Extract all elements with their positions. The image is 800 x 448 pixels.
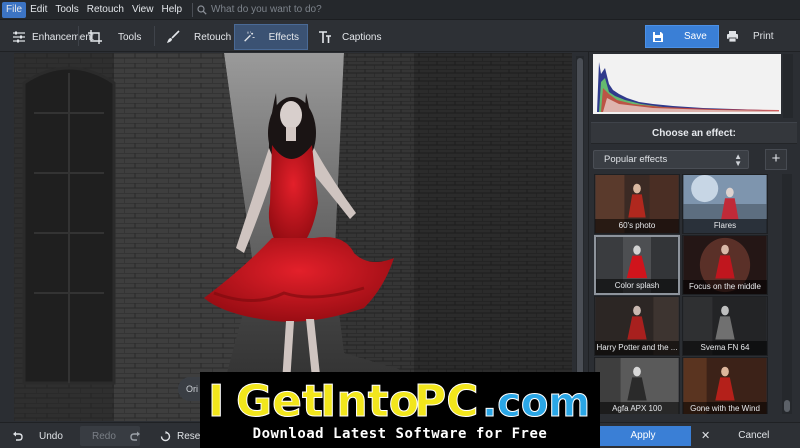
effect-label: Svema FN 64 [683,341,767,355]
menu-bar: File Edit Tools Retouch View Help What d… [0,0,800,20]
cancel-label: Cancel [738,430,770,441]
close-icon: ✕ [701,430,711,442]
undo-icon [13,431,23,441]
watermark-logo: I Get Into PC .com [208,376,591,425]
effect-label: Gone with the Wind [683,402,767,414]
effect-label: Color splash [596,279,678,293]
photo-viewer [0,52,588,422]
reset-icon [160,430,171,441]
photo-vertical-scrollbar[interactable] [576,56,584,418]
add-effect-button[interactable]: + [765,149,787,170]
svg-text:PC: PC [414,376,479,424]
effect-category-select[interactable]: Popular effects ▲ ▼ [593,150,749,169]
menu-edit[interactable]: Edit [26,0,51,20]
crop-icon [88,30,102,44]
tab-tools-label: Tools [118,31,142,43]
tab-retouch-label: Retouch [194,31,232,43]
search-box[interactable]: What do you want to do? [197,4,322,15]
effects-grid: 60's photo Flares Color splash Focus on … [594,174,770,414]
effect-thumb[interactable]: Svema FN 64 [682,296,768,356]
save-button[interactable]: Save [645,25,719,48]
menu-file[interactable]: File [2,1,27,18]
floppy-disk-icon [653,31,663,42]
tab-retouch[interactable]: Retouch [158,24,239,50]
magic-wand-icon [244,31,255,42]
tab-effects[interactable]: Effects [234,24,308,50]
redo-label: Redo [92,430,116,442]
text-icon [319,31,331,43]
apply-button[interactable]: Apply [595,426,691,446]
effect-thumb[interactable]: Harry Potter and the ... [594,296,680,356]
panel-actions: Apply ✕ Cancel [589,422,800,448]
scrollbar-thumb[interactable] [577,58,583,376]
tab-effects-label: Effects [268,31,299,43]
watermark-banner: I Get Into PC .com Download Latest Softw… [200,372,600,448]
effect-thumb[interactable]: Agfa APX 100 [594,357,680,414]
effects-title: Choose an effect: [591,122,797,144]
toolbar-divider [154,26,155,46]
menu-help[interactable]: Help [157,0,186,20]
print-button-label: Print [753,31,774,42]
tab-captions-label: Captions [342,31,382,43]
effect-thumb[interactable]: 60's photo [594,174,680,234]
effect-thumb[interactable]: Gone with the Wind [682,357,768,414]
watermark-subtitle: Download Latest Software for Free [252,426,548,442]
histogram-scrollbar[interactable] [783,54,793,118]
effect-category-value: Popular effects [604,154,668,165]
brush-icon [167,30,180,43]
printer-icon [727,31,738,43]
scrollbar-thumb[interactable] [784,400,790,412]
search-placeholder: What do you want to do? [211,4,322,15]
effect-label: Harry Potter and the ... [595,341,679,355]
effect-thumb[interactable]: Flares [682,174,768,234]
save-button-label: Save [684,31,707,42]
redo-label-wrap: Redo [92,427,141,445]
chevron-up-down-icon: ▲ ▼ [734,152,742,168]
effect-thumb[interactable]: Focus on the middle [682,235,768,295]
effect-label: Focus on the middle [683,280,767,294]
cancel-button[interactable]: ✕ Cancel [695,426,791,446]
effect-label: 60's photo [595,219,679,233]
histogram [593,54,781,114]
reset-button[interactable]: Reset [160,427,203,445]
edited-photo[interactable] [14,53,572,421]
effect-label: Flares [683,219,767,233]
undo-button[interactable]: Undo [12,427,63,445]
search-icon [197,4,207,15]
redo-icon [130,431,140,441]
menu-tools[interactable]: Tools [51,0,82,20]
svg-text:I: I [208,376,224,424]
svg-text:Into: Into [320,376,419,424]
svg-text:.com: .com [482,380,590,424]
toolbar-divider [78,26,79,46]
sliders-icon [13,31,25,43]
effect-thumb-selected[interactable]: Color splash [594,235,680,295]
effects-scrollbar[interactable] [782,174,792,414]
svg-text:Get: Get [236,376,323,424]
menu-view[interactable]: View [128,0,158,20]
tab-tools[interactable]: Tools [80,24,149,50]
print-button[interactable]: Print [722,25,796,48]
tab-captions[interactable]: Captions [310,24,389,50]
undo-label: Undo [39,430,63,442]
menu-separator [192,2,194,17]
effects-panel: Choose an effect: Popular effects ▲ ▼ + 6… [588,52,800,448]
effect-label: Agfa APX 100 [595,402,679,414]
menu-retouch[interactable]: Retouch [83,0,128,20]
